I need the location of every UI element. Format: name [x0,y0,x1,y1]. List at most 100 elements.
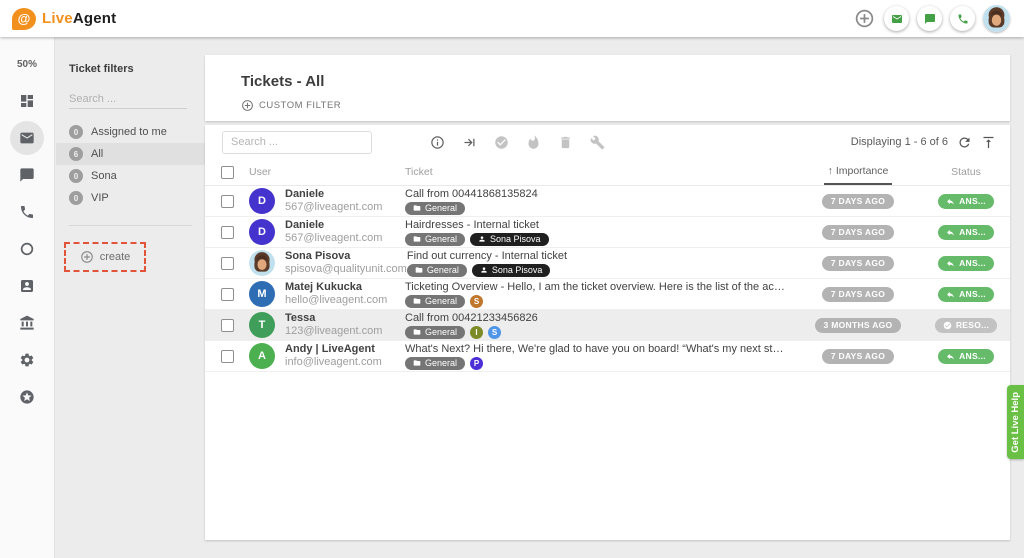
department-tag[interactable]: General [405,326,465,339]
filter-item-all[interactable]: 6All [56,143,205,165]
toolbar-icons [430,135,605,150]
importance-cell: 7 DAYS AGO [794,349,922,364]
row-checkbox[interactable] [221,319,234,332]
table-row[interactable]: DDaniele567@liveagent.comHairdresses - I… [205,217,1010,248]
refresh-icon[interactable] [957,135,972,150]
ticket-cell: Call from 00421233456826General IS [405,312,794,339]
select-all-checkbox[interactable] [221,166,234,179]
sidebar-item-customers[interactable] [10,269,44,303]
filter-count-badge: 6 [69,147,83,161]
ticket-subject: Call from 00421233456826 [405,312,794,325]
sidebar-item-automation[interactable] [10,232,44,266]
topbar-calls-button[interactable] [950,6,975,31]
status-badge[interactable]: ANS... [938,194,994,209]
department-tag[interactable]: General [405,357,465,370]
user-email: 567@liveagent.com [285,232,382,245]
agent-tag[interactable]: Sona Pisova [472,264,551,277]
tag-i[interactable]: I [470,326,483,339]
wrench-icon[interactable] [590,135,605,150]
table-row[interactable]: Sona Pisovaspisova@qualityunit.comFind o… [205,248,1010,279]
tag-p[interactable]: P [470,357,483,370]
department-tag[interactable]: General [405,202,465,215]
filter-item-assigned-to-me[interactable]: 0Assigned to me [56,121,205,143]
row-checkbox-cell [205,257,249,270]
info-icon[interactable] [430,135,445,150]
logo-bubble-icon: @ [12,8,36,30]
sidebar-item-dashboard[interactable] [10,84,44,118]
table-row[interactable]: AAndy | LiveAgentinfo@liveagent.comWhat'… [205,341,1010,372]
top-bar: @ LiveAgent [0,0,1024,37]
avatar [249,250,275,276]
row-checkbox[interactable] [221,288,234,301]
sidebar-item-chats[interactable] [10,158,44,192]
ticket-column-header[interactable]: Ticket [405,166,794,178]
user-column-header[interactable]: User [249,166,405,178]
sidebar-item-tickets[interactable] [10,121,44,155]
logo-text: LiveAgent [42,10,116,27]
row-checkbox-cell [205,350,249,363]
dashboard-icon [19,93,35,109]
status-cell: ANS... [922,256,1010,271]
tag-s[interactable]: S [470,295,483,308]
trash-icon[interactable] [558,135,573,150]
liveagent-logo[interactable]: @ LiveAgent [12,8,116,30]
filter-list: 0Assigned to me6All0Sona0VIP [56,121,205,209]
sidebar-item-settings[interactable] [10,343,44,377]
filter-item-sona[interactable]: 0Sona [56,165,205,187]
sidebar-item-academy[interactable] [10,306,44,340]
ticket-cell: Call from 00441868135824General [405,188,794,215]
contacts-icon [19,278,35,294]
importance-cell: 3 MONTHS AGO [794,318,922,333]
check-circle-icon[interactable] [494,135,509,150]
row-checkbox-cell [205,319,249,332]
avatar: D [249,219,275,245]
status-badge[interactable]: RESO... [935,318,997,333]
row-checkbox[interactable] [221,195,234,208]
agent-tag[interactable]: Sona Pisova [470,233,549,246]
export-icon[interactable] [981,135,996,150]
status-badge-label: ANS... [959,258,986,268]
department-tag-label: General [425,296,457,306]
department-tag[interactable]: General [407,264,467,277]
department-tag[interactable]: General [405,295,465,308]
gear-icon [19,352,35,368]
table-row[interactable]: MMatej Kukuckahello@liveagent.comTicketi… [205,279,1010,310]
row-checkbox[interactable] [221,350,234,363]
flame-icon[interactable] [526,135,541,150]
row-checkbox[interactable] [221,226,234,239]
sidebar-item-upgrade[interactable] [10,380,44,414]
custom-filter-button[interactable]: CUSTOM FILTER [241,99,341,112]
status-badge[interactable]: ANS... [938,225,994,240]
topbar-emails-button[interactable] [884,6,909,31]
table-row[interactable]: DDaniele567@liveagent.comCall from 00441… [205,186,1010,217]
filter-item-vip[interactable]: 0VIP [56,187,205,209]
sidebar-item-calls[interactable] [10,195,44,229]
get-live-help-tab[interactable]: Get Live Help [1007,385,1024,459]
user-name: Andy | LiveAgent [285,343,382,356]
status-column-header[interactable]: Status [922,166,1010,178]
topbar-chats-button[interactable] [917,6,942,31]
status-cell: ANS... [922,287,1010,302]
create-filter-button[interactable]: create [64,242,146,272]
reply-icon [946,290,955,299]
topbar-add-ticket-button[interactable] [854,8,876,30]
filter-item-label: VIP [91,192,109,204]
row-checkbox[interactable] [221,257,234,270]
person-icon [478,235,486,243]
filters-search-input[interactable] [69,90,187,109]
skip-icon[interactable] [462,135,477,150]
user-info: Matej Kukuckahello@liveagent.com [285,281,387,307]
department-tag-label: General [425,203,457,213]
tickets-search-input[interactable] [222,131,372,154]
department-tag[interactable]: General [405,233,465,246]
status-badge[interactable]: ANS... [938,287,994,302]
agent-avatar[interactable] [983,5,1010,32]
importance-cell: 7 DAYS AGO [794,225,922,240]
phone-icon [957,13,969,25]
status-badge[interactable]: ANS... [938,349,994,364]
table-row[interactable]: TTessa123@liveagent.comCall from 0042123… [205,310,1010,341]
status-badge[interactable]: ANS... [938,256,994,271]
importance-column-header[interactable]: ↑ Importance [794,159,922,185]
tag-s[interactable]: S [488,326,501,339]
department-tag-label: General [427,265,459,275]
